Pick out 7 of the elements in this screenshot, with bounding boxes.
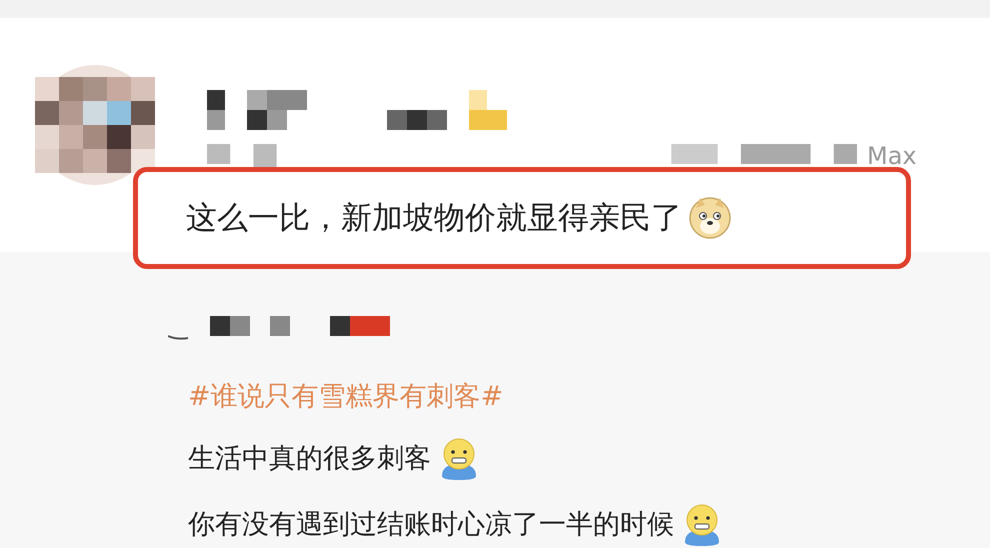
device-text: Max: [867, 144, 917, 168]
hashtag-link[interactable]: #谁说只有雪糕界有刺客#: [188, 378, 504, 414]
smiley-emoji-icon: [439, 436, 479, 480]
reply-text: 你有没有遇到过结账时心凉了一半的时候: [188, 508, 674, 542]
dog-emoji-icon: [688, 196, 732, 240]
comment-text: 这么一比，新加坡物价就显得亲民了: [186, 199, 682, 238]
reply-text: 生活中真的很多刺客: [188, 442, 431, 476]
